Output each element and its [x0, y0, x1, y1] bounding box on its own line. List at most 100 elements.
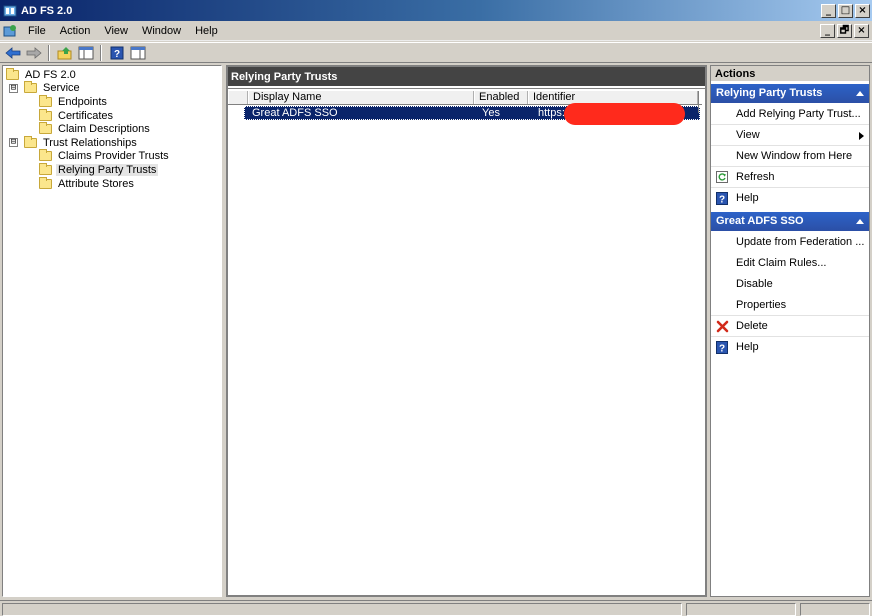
maximize-button[interactable]: □: [838, 3, 853, 18]
tree-item-endpoints[interactable]: Endpoints: [3, 94, 221, 109]
action-label: Properties: [736, 298, 787, 311]
mmc-console-icon[interactable]: [3, 24, 17, 38]
adfs-app-icon: [3, 5, 17, 16]
back-arrow-icon: [4, 46, 20, 59]
delete-x-icon: [715, 319, 729, 333]
status-bar: [0, 600, 872, 616]
minimize-button[interactable]: _: [821, 3, 836, 18]
forward-arrow-icon: [26, 46, 42, 59]
blank-icon: [715, 298, 729, 312]
blank-icon: [715, 107, 729, 121]
close-button[interactable]: ×: [855, 3, 870, 18]
blank-icon: [715, 235, 729, 249]
tree-item-relying-party-trusts[interactable]: Relying Party Trusts: [3, 162, 221, 177]
menu-help[interactable]: Help: [188, 25, 225, 37]
folder-icon: [39, 94, 52, 107]
results-pane: Relying Party Trusts Display Name Enable…: [226, 65, 707, 597]
help-icon: ?: [110, 46, 123, 60]
mdi-minimize-button[interactable]: _: [820, 23, 835, 38]
folder-icon: [39, 162, 52, 175]
tree-label: Certificates: [58, 109, 114, 122]
relying-party-list[interactable]: Display Name Enabled Identifier Great AD…: [228, 88, 705, 595]
tree-label: Endpoints: [58, 95, 107, 108]
window-title: AD FS 2.0: [21, 4, 73, 17]
folder-icon: [39, 122, 52, 135]
folder-icon: [39, 108, 52, 121]
tree-item-claims-provider-trusts[interactable]: Claims Provider Trusts: [3, 149, 221, 164]
collapse-expander-icon[interactable]: ⊟: [9, 138, 18, 148]
tree-item-trust-relationships[interactable]: ⊟ Trust Relationships: [3, 135, 221, 150]
section-header-label: Relying Party Trusts: [716, 87, 823, 99]
column-header-enabled[interactable]: Enabled: [474, 91, 528, 104]
action-label: Help: [736, 192, 759, 204]
action-edit-claim-rules[interactable]: Edit Claim Rules...: [711, 252, 869, 273]
action-label: Delete: [736, 320, 768, 332]
collapse-expander-icon[interactable]: ⊟: [9, 83, 18, 93]
action-help-item[interactable]: ? Help: [711, 336, 869, 357]
menu-window[interactable]: Window: [135, 25, 188, 37]
action-update-from-federation[interactable]: Update from Federation ...: [711, 231, 869, 252]
status-pane-secondary: [686, 603, 796, 616]
action-add-relying-party-trust[interactable]: Add Relying Party Trust...: [711, 103, 869, 124]
column-header-display-name[interactable]: Display Name: [248, 91, 474, 104]
collapse-chevron-icon[interactable]: [856, 219, 864, 224]
cell-enabled: Yes: [482, 107, 500, 119]
tree-label-selected: Relying Party Trusts: [56, 163, 159, 176]
action-delete[interactable]: Delete: [711, 315, 869, 336]
back-button[interactable]: [3, 44, 22, 61]
menu-file[interactable]: File: [21, 25, 53, 37]
folder-icon: [39, 149, 52, 162]
help-icon: ?: [715, 191, 729, 205]
mdi-restore-button[interactable]: 🗗: [837, 23, 852, 38]
results-pane-title: Relying Party Trusts: [228, 67, 705, 86]
up-one-level-button[interactable]: [55, 44, 74, 61]
tree-label: Attribute Stores: [58, 177, 134, 190]
action-view[interactable]: View: [711, 124, 869, 145]
forward-button[interactable]: [24, 44, 43, 61]
blank-icon: [715, 149, 729, 163]
action-label: Add Relying Party Trust...: [736, 107, 861, 120]
show-hide-action-pane-button[interactable]: [128, 44, 147, 61]
action-help[interactable]: ? Help: [711, 187, 869, 208]
tree-label: Trust Relationships: [43, 136, 137, 149]
column-header-blank[interactable]: [228, 91, 248, 104]
action-label: Update from Federation ...: [736, 235, 865, 248]
action-refresh[interactable]: Refresh: [711, 166, 869, 187]
column-scroll-edge: [698, 91, 702, 113]
folder-icon: [39, 176, 52, 189]
tree-label: Service: [43, 82, 80, 95]
folder-icon: [6, 67, 19, 80]
tree-label: AD FS 2.0: [25, 68, 76, 81]
svg-text:?: ?: [719, 343, 725, 354]
window-title-bar[interactable]: AD FS 2.0 _ □ ×: [0, 0, 872, 21]
tree-item-adfs-root[interactable]: AD FS 2.0: [3, 67, 221, 82]
svg-text:?: ?: [719, 194, 725, 205]
mdi-close-button[interactable]: ×: [854, 23, 869, 38]
action-new-window-from-here[interactable]: New Window from Here: [711, 145, 869, 166]
action-label: New Window from Here: [736, 150, 853, 162]
action-properties[interactable]: Properties: [711, 294, 869, 315]
action-disable[interactable]: Disable: [711, 273, 869, 294]
tree-item-claim-descriptions[interactable]: Claim Descriptions: [3, 122, 221, 136]
toolbar: ?: [0, 42, 872, 63]
toolbar-separator: [100, 44, 102, 61]
blank-icon: [715, 128, 729, 142]
show-hide-tree-button[interactable]: [76, 44, 95, 61]
tree-label: Claims Provider Trusts: [58, 150, 169, 163]
tree-item-service[interactable]: ⊟ Service: [3, 81, 221, 96]
actions-title: Actions: [711, 66, 869, 82]
action-label: View: [736, 129, 760, 141]
section-header-great-adfs-sso[interactable]: Great ADFS SSO: [711, 212, 869, 231]
tree-label: Claim Descriptions: [58, 123, 150, 136]
refresh-icon: [715, 170, 729, 184]
tree-item-certificates[interactable]: Certificates: [3, 108, 221, 123]
help-toolbar-button[interactable]: ?: [107, 44, 126, 61]
section-header-relying-party-trusts[interactable]: Relying Party Trusts: [711, 84, 869, 103]
menu-action[interactable]: Action: [53, 25, 98, 37]
collapse-chevron-icon[interactable]: [856, 91, 864, 96]
redaction-mark: [564, 103, 685, 125]
tree-item-attribute-stores[interactable]: Attribute Stores: [3, 176, 221, 191]
actions-pane: Actions Relying Party Trusts Add Relying…: [710, 65, 870, 597]
menu-view[interactable]: View: [97, 25, 135, 37]
console-tree[interactable]: AD FS 2.0 ⊟ Service Endpoints Certificat…: [2, 65, 222, 597]
